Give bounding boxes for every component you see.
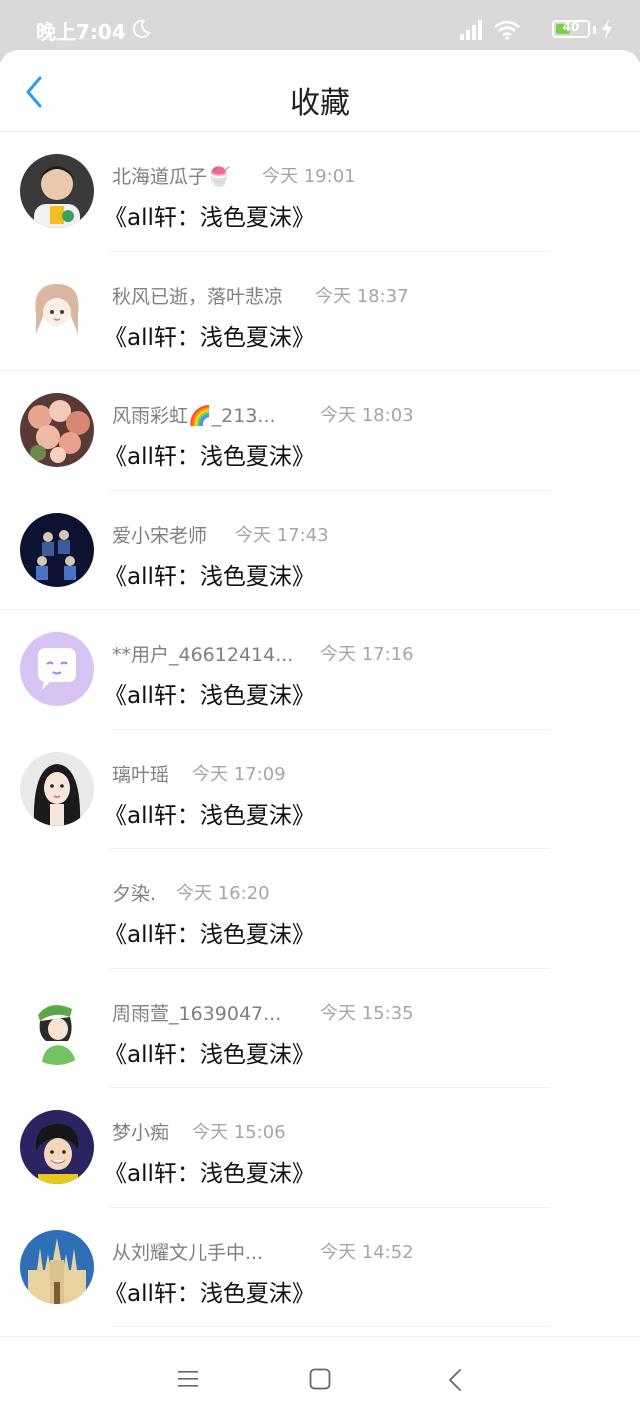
battery-level: 40 (562, 20, 580, 34)
list-item[interactable]: 梦小痴 今天 15:06 《all轩：浅色夏沫》 (0, 1088, 640, 1208)
collection-title[interactable]: 《all轩：浅色夏沫》 (104, 1154, 315, 1188)
signal-icon (460, 20, 482, 40)
collection-title[interactable]: 《all轩：浅色夏沫》 (104, 198, 315, 232)
username[interactable]: 风雨彩虹🌈_213... (112, 401, 276, 428)
collection-title[interactable]: 《all轩：浅色夏沫》 (104, 437, 315, 471)
avatar[interactable] (20, 1110, 94, 1184)
timestamp: 今天 17:09 (192, 763, 286, 785)
page-title: 收藏 (290, 86, 350, 121)
list-item[interactable]: **用户_46612414... 今天 17:16 《all轩：浅色夏沫》 (0, 610, 640, 730)
username[interactable]: **用户_46612414... (112, 640, 293, 667)
timestamp: 今天 17:43 (235, 524, 329, 546)
list-item[interactable]: 爱小宋老师 今天 17:43 《all轩：浅色夏沫》 (0, 491, 640, 610)
favorites-list: 北海道瓜子🍧 今天 19:01 《all轩：浅色夏沫》 秋风已逝，落叶悲凉 今天… (0, 132, 640, 1327)
username[interactable]: 爱小宋老师 (112, 521, 207, 548)
username[interactable]: 北海道瓜子🍧 (112, 162, 231, 189)
username[interactable]: 夕染. (112, 879, 156, 906)
username[interactable]: 秋风已逝，落叶悲凉 (112, 282, 283, 309)
timestamp: 今天 18:03 (320, 405, 414, 426)
collection-title[interactable]: 《all轩：浅色夏沫》 (104, 915, 315, 949)
list-item[interactable]: 周雨萱_1639047... 今天 15:35 《all轩：浅色夏沫》 (0, 969, 640, 1088)
collection-title[interactable]: 《all轩：浅色夏沫》 (104, 796, 315, 830)
list-item[interactable]: 从刘耀文儿手中... 今天 14:52 《all轩：浅色夏沫》 (0, 1208, 640, 1327)
timestamp: 今天 15:06 (192, 1122, 286, 1143)
charging-icon (602, 19, 612, 39)
back-nav-icon[interactable] (446, 1367, 464, 1393)
list-item[interactable]: 夕染. 今天 16:20 《all轩：浅色夏沫》 (0, 849, 640, 969)
username[interactable]: 梦小痴 (112, 1118, 169, 1145)
timestamp: 今天 16:20 (176, 883, 270, 904)
wifi-icon (494, 20, 520, 40)
avatar[interactable] (20, 990, 94, 1065)
collection-title[interactable]: 《all轩：浅色夏沫》 (104, 557, 315, 591)
avatar[interactable] (20, 751, 94, 826)
home-icon[interactable] (308, 1367, 332, 1391)
timestamp: 今天 15:35 (320, 1002, 414, 1024)
header: 收藏 (0, 50, 640, 132)
avatar[interactable] (20, 393, 94, 467)
list-item[interactable]: 璃叶瑶 今天 17:09 《all轩：浅色夏沫》 (0, 730, 640, 849)
timestamp: 今天 17:16 (320, 644, 414, 665)
avatar[interactable] (20, 632, 94, 706)
list-item[interactable]: 北海道瓜子🍧 今天 19:01 《all轩：浅色夏沫》 (0, 132, 640, 252)
avatar[interactable] (20, 512, 94, 587)
avatar[interactable] (20, 273, 94, 348)
collection-title[interactable]: 《all轩：浅色夏沫》 (104, 318, 315, 352)
username[interactable]: 璃叶瑶 (112, 760, 169, 787)
list-item[interactable]: 风雨彩虹🌈_213... 今天 18:03 《all轩：浅色夏沫》 (0, 371, 640, 491)
timestamp: 今天 14:52 (320, 1241, 414, 1263)
collection-title[interactable]: 《all轩：浅色夏沫》 (104, 676, 315, 710)
timestamp: 今天 18:37 (315, 285, 409, 307)
collection-title[interactable]: 《all轩：浅色夏沫》 (104, 1035, 315, 1069)
menu-icon[interactable] (176, 1367, 200, 1391)
avatar[interactable] (20, 1229, 94, 1304)
avatar[interactable] (20, 871, 94, 945)
timestamp: 今天 19:01 (262, 166, 356, 187)
username[interactable]: 周雨萱_1639047... (112, 999, 281, 1026)
collection-title[interactable]: 《all轩：浅色夏沫》 (104, 1274, 315, 1308)
system-navbar (0, 1336, 640, 1423)
username[interactable]: 从刘耀文儿手中... (112, 1238, 263, 1265)
list-item[interactable]: 秋风已逝，落叶悲凉 今天 18:37 《all轩：浅色夏沫》 (0, 252, 640, 371)
moon-icon (132, 19, 151, 38)
status-icons: 40 (414, 16, 614, 42)
avatar[interactable] (20, 154, 94, 228)
status-time: 晚上7:04 (36, 20, 126, 44)
battery-icon: 40 (552, 20, 590, 38)
